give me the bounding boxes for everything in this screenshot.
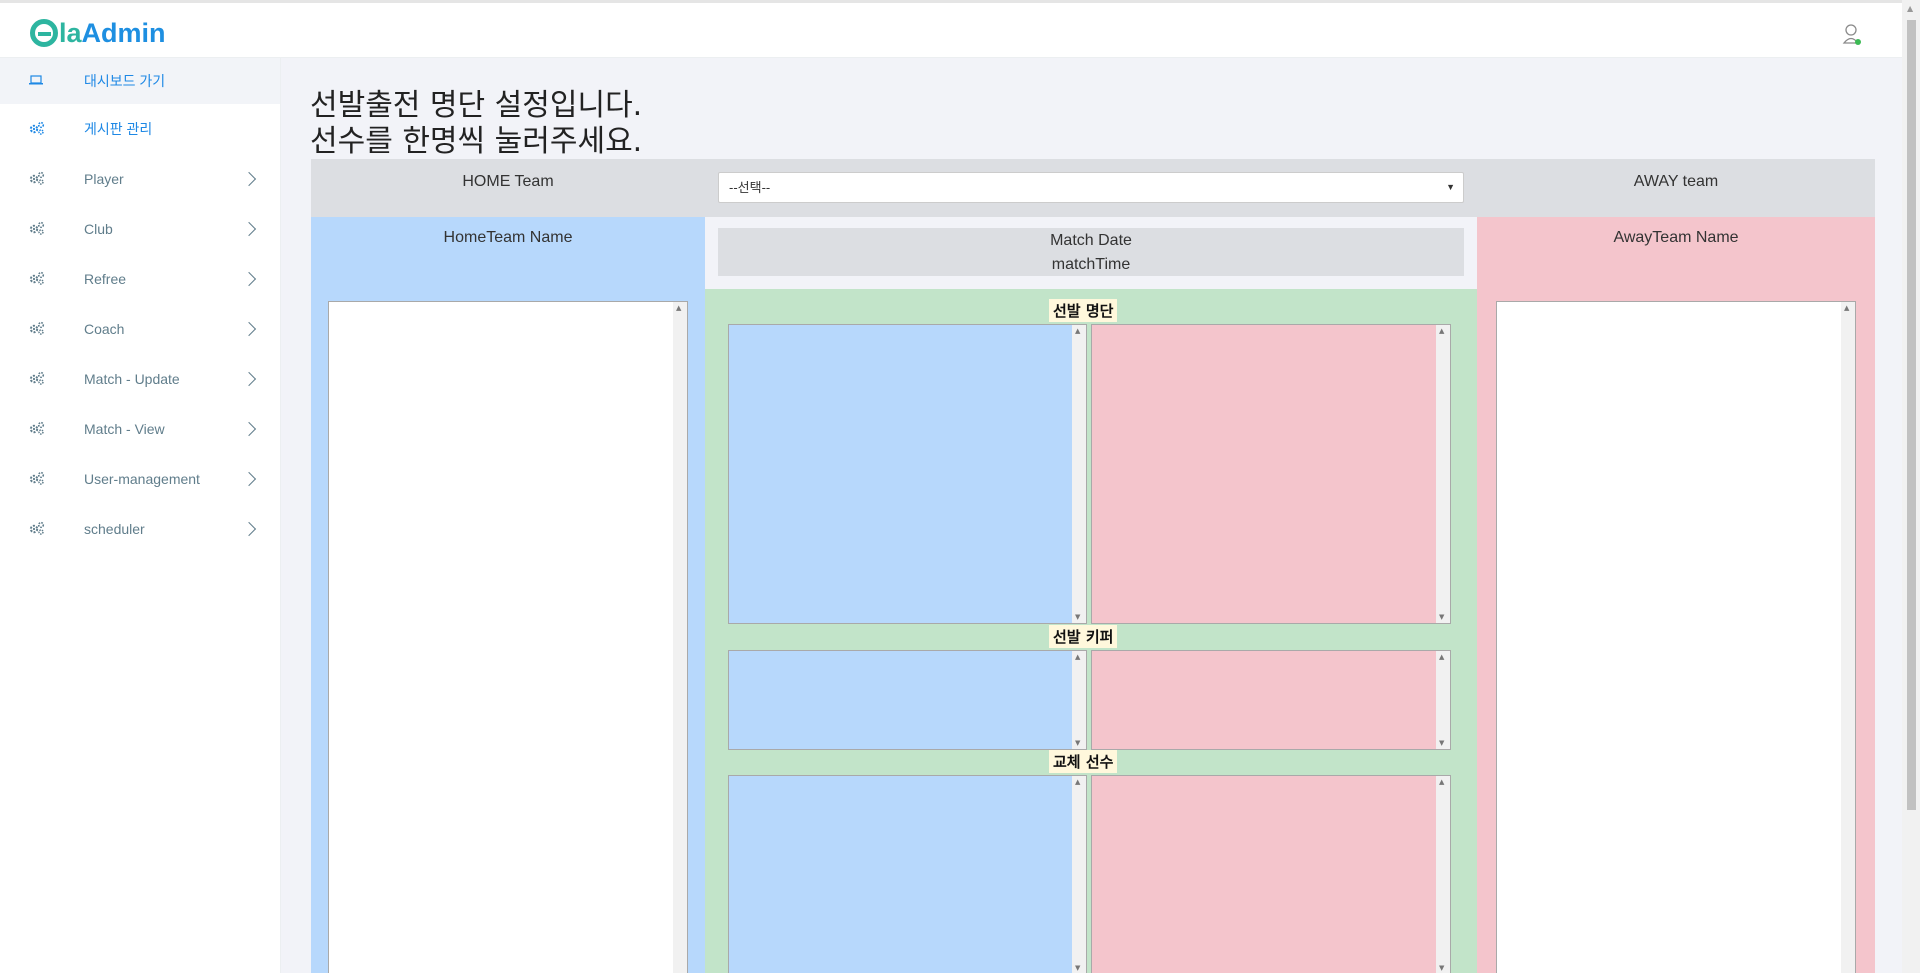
gears-icon (28, 320, 46, 338)
sidebar-item-게시판-관리[interactable]: 게시판 관리 (0, 104, 280, 154)
gears-icon (28, 170, 46, 188)
lineup-row: 선발 명단 선발 키퍼 교체 선수 (311, 289, 1875, 973)
logo-e-mark (30, 19, 58, 47)
scrollbar[interactable] (1436, 776, 1450, 973)
lineup-panel: HOME Team --선택-- ▼ AWAY team HomeTeam Na… (311, 159, 1875, 973)
chevron-right-icon (241, 421, 257, 437)
chevron-right-icon (241, 171, 257, 187)
team-name-row: HomeTeam Name Match Date matchTime AwayT… (311, 217, 1875, 289)
sidebar-item-label: scheduler (84, 521, 145, 537)
chevron-right-icon (241, 321, 257, 337)
sidebar-item-scheduler[interactable]: scheduler (0, 504, 280, 554)
gears-icon (28, 270, 46, 288)
chevron-right-icon (241, 221, 257, 237)
keeper-section-label: 선발 키퍼 (1049, 625, 1118, 648)
sidebar-item-label: Match - View (84, 421, 165, 437)
match-date: Match Date (1050, 232, 1132, 249)
gears-icon (28, 470, 46, 488)
scrollbar[interactable] (673, 302, 687, 973)
user-icon[interactable] (1842, 23, 1862, 47)
scrollbar[interactable] (1072, 776, 1086, 973)
chevron-right-icon (241, 521, 257, 537)
laptop-icon (28, 72, 46, 90)
heading-line-2: 선수를 한명씩 눌러주세요. (310, 124, 643, 159)
logo-text: laAdmin (59, 18, 166, 49)
away-team-name: AwayTeam Name (1477, 217, 1875, 289)
away-starting-list[interactable] (1091, 324, 1451, 624)
gears-icon (28, 120, 46, 138)
match-select-value: --선택-- (729, 180, 771, 195)
match-time: matchTime (1051, 256, 1131, 273)
sidebar-item-label: Match - Update (84, 371, 180, 387)
sidebar-item-label: Coach (84, 321, 125, 337)
subs-section-label: 교체 선수 (1049, 750, 1118, 773)
sidebar-item-label: Club (84, 221, 113, 237)
page-heading: 선발출전 명단 설정입니다. 선수를 한명씩 눌러주세요. (310, 88, 642, 160)
scroll-up-icon[interactable]: ▲ (1907, 4, 1913, 13)
scrollbar[interactable] (1436, 325, 1450, 623)
sidebar-item-label: 게시판 관리 (84, 121, 153, 137)
away-team-label: AWAY team (1633, 173, 1719, 190)
logo-la: la (59, 17, 82, 48)
sidebar: 대시보드 가기게시판 관리 Player Club Refree Coach Match … (0, 58, 281, 973)
sidebar-nav: 대시보드 가기게시판 관리 Player Club Refree Coach Match … (0, 58, 280, 554)
home-team-label: HOME Team (462, 173, 554, 190)
match-info: Match Date matchTime (705, 217, 1477, 289)
away-column (1477, 289, 1875, 973)
home-column (311, 289, 705, 973)
sidebar-item-label: Refree (84, 271, 127, 287)
team-header-row: HOME Team --선택-- ▼ AWAY team (311, 159, 1875, 217)
chevron-right-icon (241, 271, 257, 287)
away-subs-list[interactable] (1091, 775, 1451, 973)
sidebar-item-match-view[interactable]: Match - View (0, 404, 280, 454)
scrollbar-thumb[interactable] (1907, 20, 1916, 810)
center-column: 선발 명단 선발 키퍼 교체 선수 (705, 289, 1477, 973)
logo-admin: Admin (81, 17, 166, 48)
sidebar-item-label: Player (84, 171, 124, 187)
away-player-list[interactable] (1496, 301, 1856, 973)
heading-line-1: 선발출전 명단 설정입니다. (310, 88, 643, 123)
sidebar-item-coach[interactable]: Coach (0, 304, 280, 354)
gears-icon (28, 370, 46, 388)
home-player-list[interactable] (328, 301, 688, 973)
app-logo[interactable]: laAdmin (30, 15, 166, 51)
sidebar-item-user-management[interactable]: User-management (0, 454, 280, 504)
sidebar-item-refree[interactable]: Refree (0, 254, 280, 304)
gears-icon (28, 220, 46, 238)
home-keeper-list[interactable] (728, 650, 1087, 750)
scrollbar[interactable] (1841, 302, 1855, 973)
dropdown-arrow-icon: ▼ (1446, 182, 1455, 192)
home-subs-list[interactable] (728, 775, 1087, 973)
sidebar-item-player[interactable]: Player (0, 154, 280, 204)
page-scrollbar[interactable]: ▲ (1902, 0, 1920, 973)
starting-section-label: 선발 명단 (1049, 299, 1118, 322)
sidebar-item-club[interactable]: Club (0, 204, 280, 254)
sidebar-item-대시보드-가기[interactable]: 대시보드 가기 (0, 58, 280, 104)
chevron-right-icon (241, 471, 257, 487)
main-content: 선발출전 명단 설정입니다. 선수를 한명씩 눌러주세요. HOME Team … (281, 58, 1902, 973)
scrollbar[interactable] (1072, 325, 1086, 623)
gears-icon (28, 420, 46, 438)
top-bar: laAdmin (0, 0, 1902, 58)
home-starting-list[interactable] (728, 324, 1087, 624)
match-select[interactable]: --선택-- ▼ (718, 172, 1464, 203)
scrollbar[interactable] (1072, 651, 1086, 749)
sidebar-item-label: User-management (84, 471, 200, 487)
match-date-box: Match Date matchTime (718, 228, 1464, 276)
scrollbar[interactable] (1436, 651, 1450, 749)
sidebar-item-label: 대시보드 가기 (84, 73, 166, 89)
home-team-name: HomeTeam Name (311, 217, 705, 289)
sidebar-item-match-update[interactable]: Match - Update (0, 354, 280, 404)
gears-icon (28, 520, 46, 538)
away-keeper-list[interactable] (1091, 650, 1451, 750)
chevron-right-icon (241, 371, 257, 387)
